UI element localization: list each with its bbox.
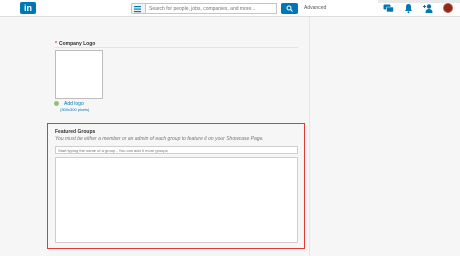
notifications-icon[interactable] — [403, 3, 414, 14]
section-divider — [55, 47, 298, 48]
advanced-search-link[interactable]: Advanced — [304, 5, 326, 11]
menu-icon — [134, 6, 141, 13]
dropdown-shadow — [378, 0, 460, 3]
search-button[interactable] — [281, 3, 298, 14]
search-category-menu-button[interactable] — [131, 3, 145, 14]
add-connections-icon[interactable] — [423, 3, 434, 14]
featured-groups-title: Featured Groups — [55, 129, 96, 135]
company-logo-preview[interactable] — [55, 50, 103, 99]
featured-groups-description: You must be either a member or an admin … — [55, 136, 264, 142]
search-icon — [286, 5, 293, 12]
search-input[interactable] — [145, 3, 277, 14]
content-right-border — [309, 17, 310, 256]
logo-size-hint: (300x300 pixels) — [60, 107, 90, 112]
add-logo-icon[interactable] — [54, 101, 59, 106]
messages-icon[interactable] — [383, 3, 394, 14]
avatar[interactable] — [443, 3, 453, 13]
featured-groups-list — [55, 157, 298, 243]
featured-groups-input[interactable] — [55, 146, 298, 154]
linkedin-logo[interactable]: in — [20, 2, 36, 14]
